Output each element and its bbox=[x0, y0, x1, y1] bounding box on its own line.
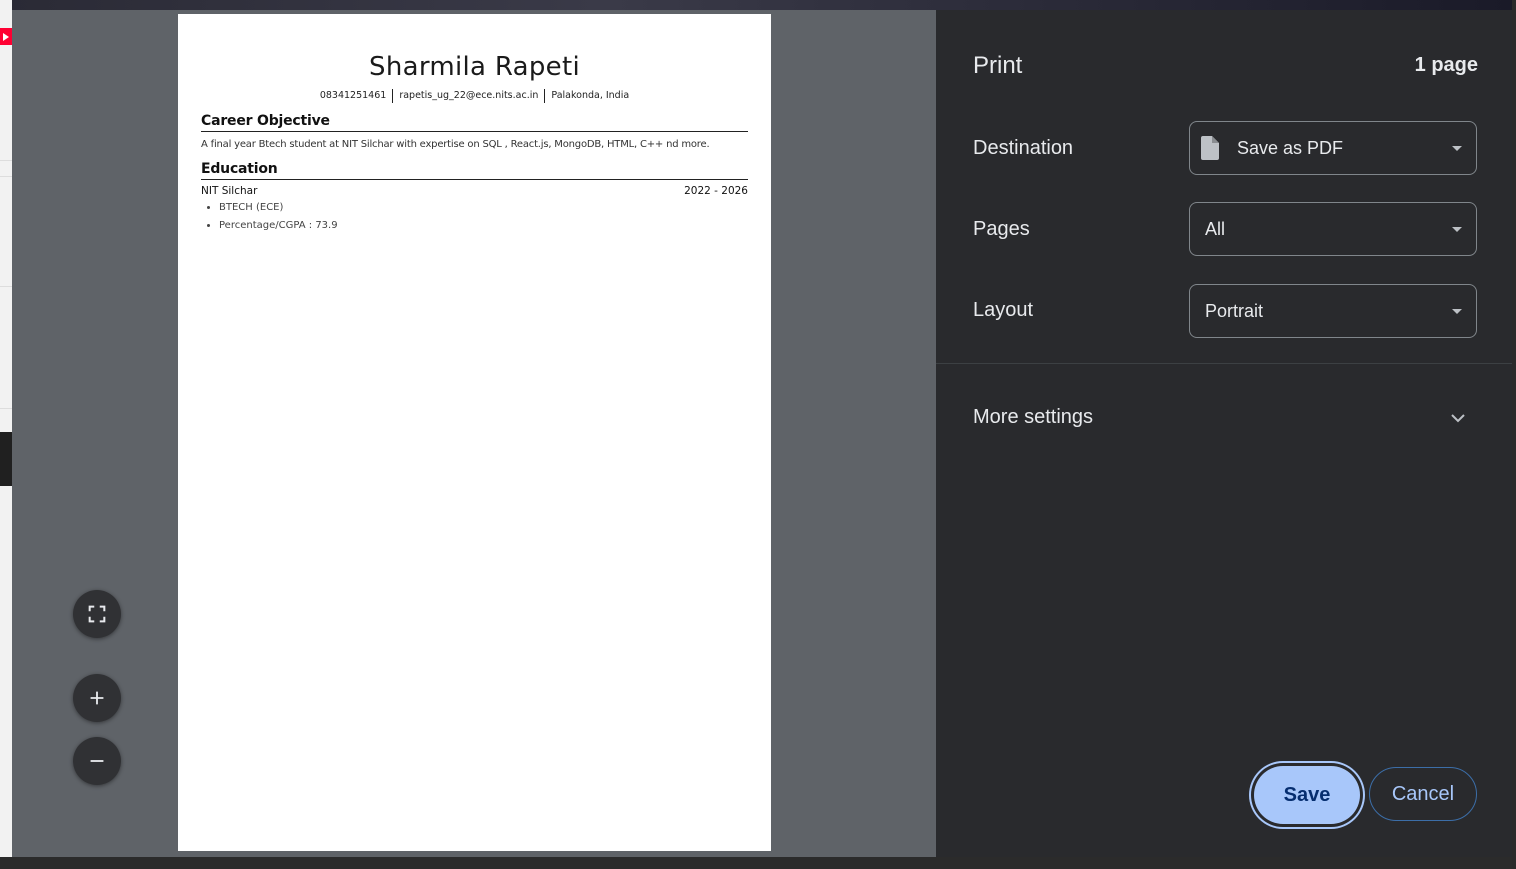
resume-years: 2022 - 2026 bbox=[684, 185, 748, 197]
background-page-left bbox=[0, 0, 12, 869]
resume-location: Palakonda, India bbox=[544, 89, 635, 103]
background-divider bbox=[0, 176, 12, 177]
print-settings-panel: Print 1 page Destination Save as PDF Pag… bbox=[936, 10, 1512, 857]
destination-select[interactable]: Save as PDF bbox=[1189, 121, 1477, 175]
more-settings-toggle[interactable]: More settings bbox=[973, 406, 1093, 429]
zoom-out-button[interactable] bbox=[73, 737, 121, 785]
fit-to-page-icon bbox=[88, 605, 106, 623]
background-divider bbox=[0, 408, 12, 409]
layout-select[interactable]: Portrait bbox=[1189, 284, 1477, 338]
resume-name: Sharmila Rapeti bbox=[369, 52, 580, 82]
pages-value: All bbox=[1205, 218, 1226, 239]
list-item: Percentage/CGPA : 73.9 bbox=[219, 217, 748, 235]
resume-education-row: NIT Silchar 2022 - 2026 bbox=[201, 185, 748, 197]
chevron-down-icon bbox=[1452, 146, 1462, 151]
destination-value: Save as PDF bbox=[1237, 137, 1344, 158]
background-divider bbox=[0, 286, 12, 287]
pages-label: Pages bbox=[973, 218, 1030, 240]
chevron-down-icon bbox=[1452, 227, 1462, 232]
layout-label: Layout bbox=[973, 299, 1034, 321]
resume-email: rapetis_ug_22@ece.nits.ac.in bbox=[392, 89, 544, 103]
resume-section-objective: Career Objective bbox=[201, 112, 748, 132]
list-item: BTECH (ECE) bbox=[219, 199, 748, 217]
background-bottom bbox=[0, 857, 1516, 869]
youtube-logo-icon bbox=[0, 28, 12, 45]
print-preview-area[interactable]: Sharmila Rapeti 08341251461 rapetis_ug_2… bbox=[12, 10, 936, 857]
resume-contact-line: 08341251461 rapetis_ug_22@ece.nits.ac.in… bbox=[201, 89, 748, 103]
preview-page: Sharmila Rapeti 08341251461 rapetis_ug_2… bbox=[178, 14, 771, 851]
chevron-down-icon[interactable] bbox=[1448, 410, 1468, 426]
panel-title: Print bbox=[973, 52, 1023, 79]
resume-phone: 08341251461 bbox=[319, 90, 387, 101]
resume-institution: NIT Silchar bbox=[201, 185, 258, 197]
minus-icon bbox=[90, 760, 104, 762]
plus-icon bbox=[90, 691, 104, 705]
background-page-strip bbox=[0, 0, 1516, 10]
document-icon bbox=[1201, 136, 1219, 160]
fit-to-page-button[interactable] bbox=[73, 590, 121, 638]
chevron-down-icon bbox=[1452, 309, 1462, 314]
zoom-in-button[interactable] bbox=[73, 674, 121, 722]
save-button[interactable]: Save bbox=[1254, 766, 1360, 824]
background-divider bbox=[0, 160, 12, 161]
resume-section-education: Education bbox=[201, 160, 748, 180]
resume-education-details: BTECH (ECE) Percentage/CGPA : 73.9 bbox=[201, 199, 748, 235]
divider bbox=[936, 363, 1512, 364]
destination-label: Destination bbox=[973, 137, 1074, 159]
pages-select[interactable]: All bbox=[1189, 202, 1477, 256]
page-count: 1 page bbox=[1414, 54, 1478, 76]
background-dark-block bbox=[0, 432, 12, 486]
layout-value: Portrait bbox=[1205, 300, 1264, 321]
resume-objective-text: A final year Btech student at NIT Silcha… bbox=[201, 139, 710, 150]
background-right bbox=[1512, 0, 1516, 869]
cancel-button[interactable]: Cancel bbox=[1369, 767, 1477, 821]
